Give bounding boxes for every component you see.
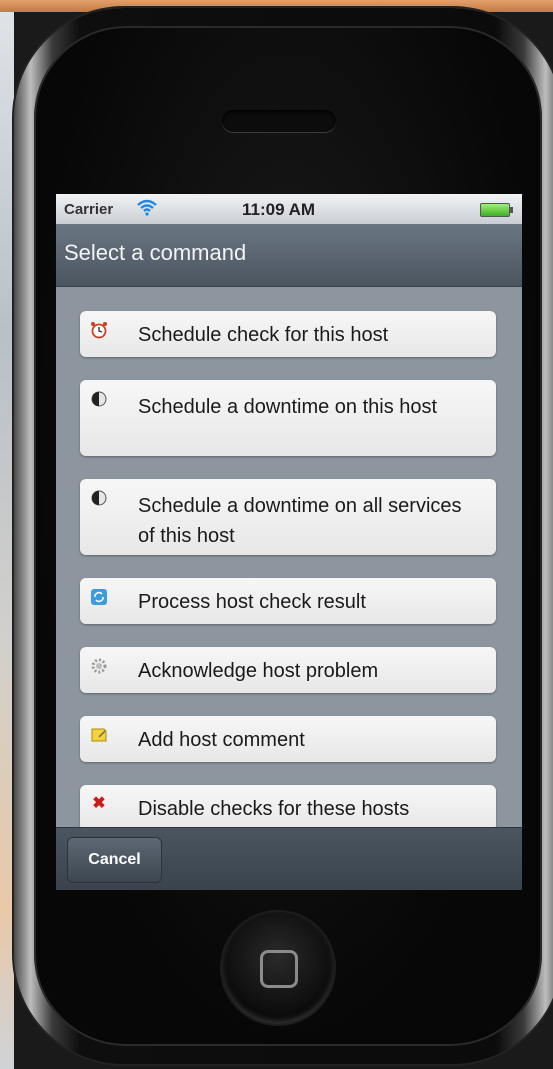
command-schedule-check[interactable]: Schedule check for this host	[80, 311, 496, 357]
command-label: Schedule check for this host	[138, 324, 389, 346]
command-disable-checks[interactable]: ✖ Disable checks for these hosts	[80, 785, 496, 827]
command-label: Acknowledge host problem	[138, 660, 379, 682]
home-button[interactable]	[222, 912, 334, 1024]
carrier-label: Carrier	[64, 201, 114, 218]
command-label: Schedule a downtime on all services of t…	[138, 495, 462, 547]
command-add-comment[interactable]: Add host comment	[80, 716, 496, 762]
home-square-icon	[260, 950, 298, 988]
bottom-toolbar: Cancel	[56, 827, 522, 890]
earpiece-speaker	[222, 110, 336, 132]
command-label: Add host comment	[138, 729, 305, 751]
half-moon-icon	[90, 489, 108, 507]
background-left-edge	[0, 12, 14, 1069]
command-acknowledge-problem[interactable]: Acknowledge host problem	[80, 647, 496, 693]
cancel-button[interactable]: Cancel	[67, 837, 162, 883]
navigation-bar: Select a command	[56, 224, 522, 287]
command-label: Disable checks for these hosts	[138, 798, 410, 820]
device-screen: Carrier 11:09 AM Select a command Schedu…	[56, 194, 522, 890]
command-label: Process host check result	[138, 591, 366, 613]
status-bar: Carrier 11:09 AM	[56, 194, 522, 224]
wifi-icon	[136, 198, 158, 220]
page-title: Select a command	[64, 240, 247, 265]
command-schedule-downtime-services[interactable]: Schedule a downtime on all services of t…	[80, 479, 496, 555]
note-icon	[90, 726, 108, 744]
command-schedule-downtime-host[interactable]: Schedule a downtime on this host	[80, 380, 496, 456]
refresh-icon	[90, 588, 108, 606]
command-label: Schedule a downtime on this host	[138, 396, 438, 418]
alarm-clock-icon	[90, 321, 108, 339]
battery-icon	[480, 203, 513, 217]
half-moon-icon	[90, 390, 108, 408]
red-x-icon: ✖	[92, 795, 106, 812]
gear-icon	[90, 657, 108, 675]
command-process-check-result[interactable]: Process host check result	[80, 578, 496, 624]
status-time: 11:09 AM	[242, 200, 316, 219]
command-list[interactable]: Schedule check for this host Schedule a …	[56, 287, 522, 827]
